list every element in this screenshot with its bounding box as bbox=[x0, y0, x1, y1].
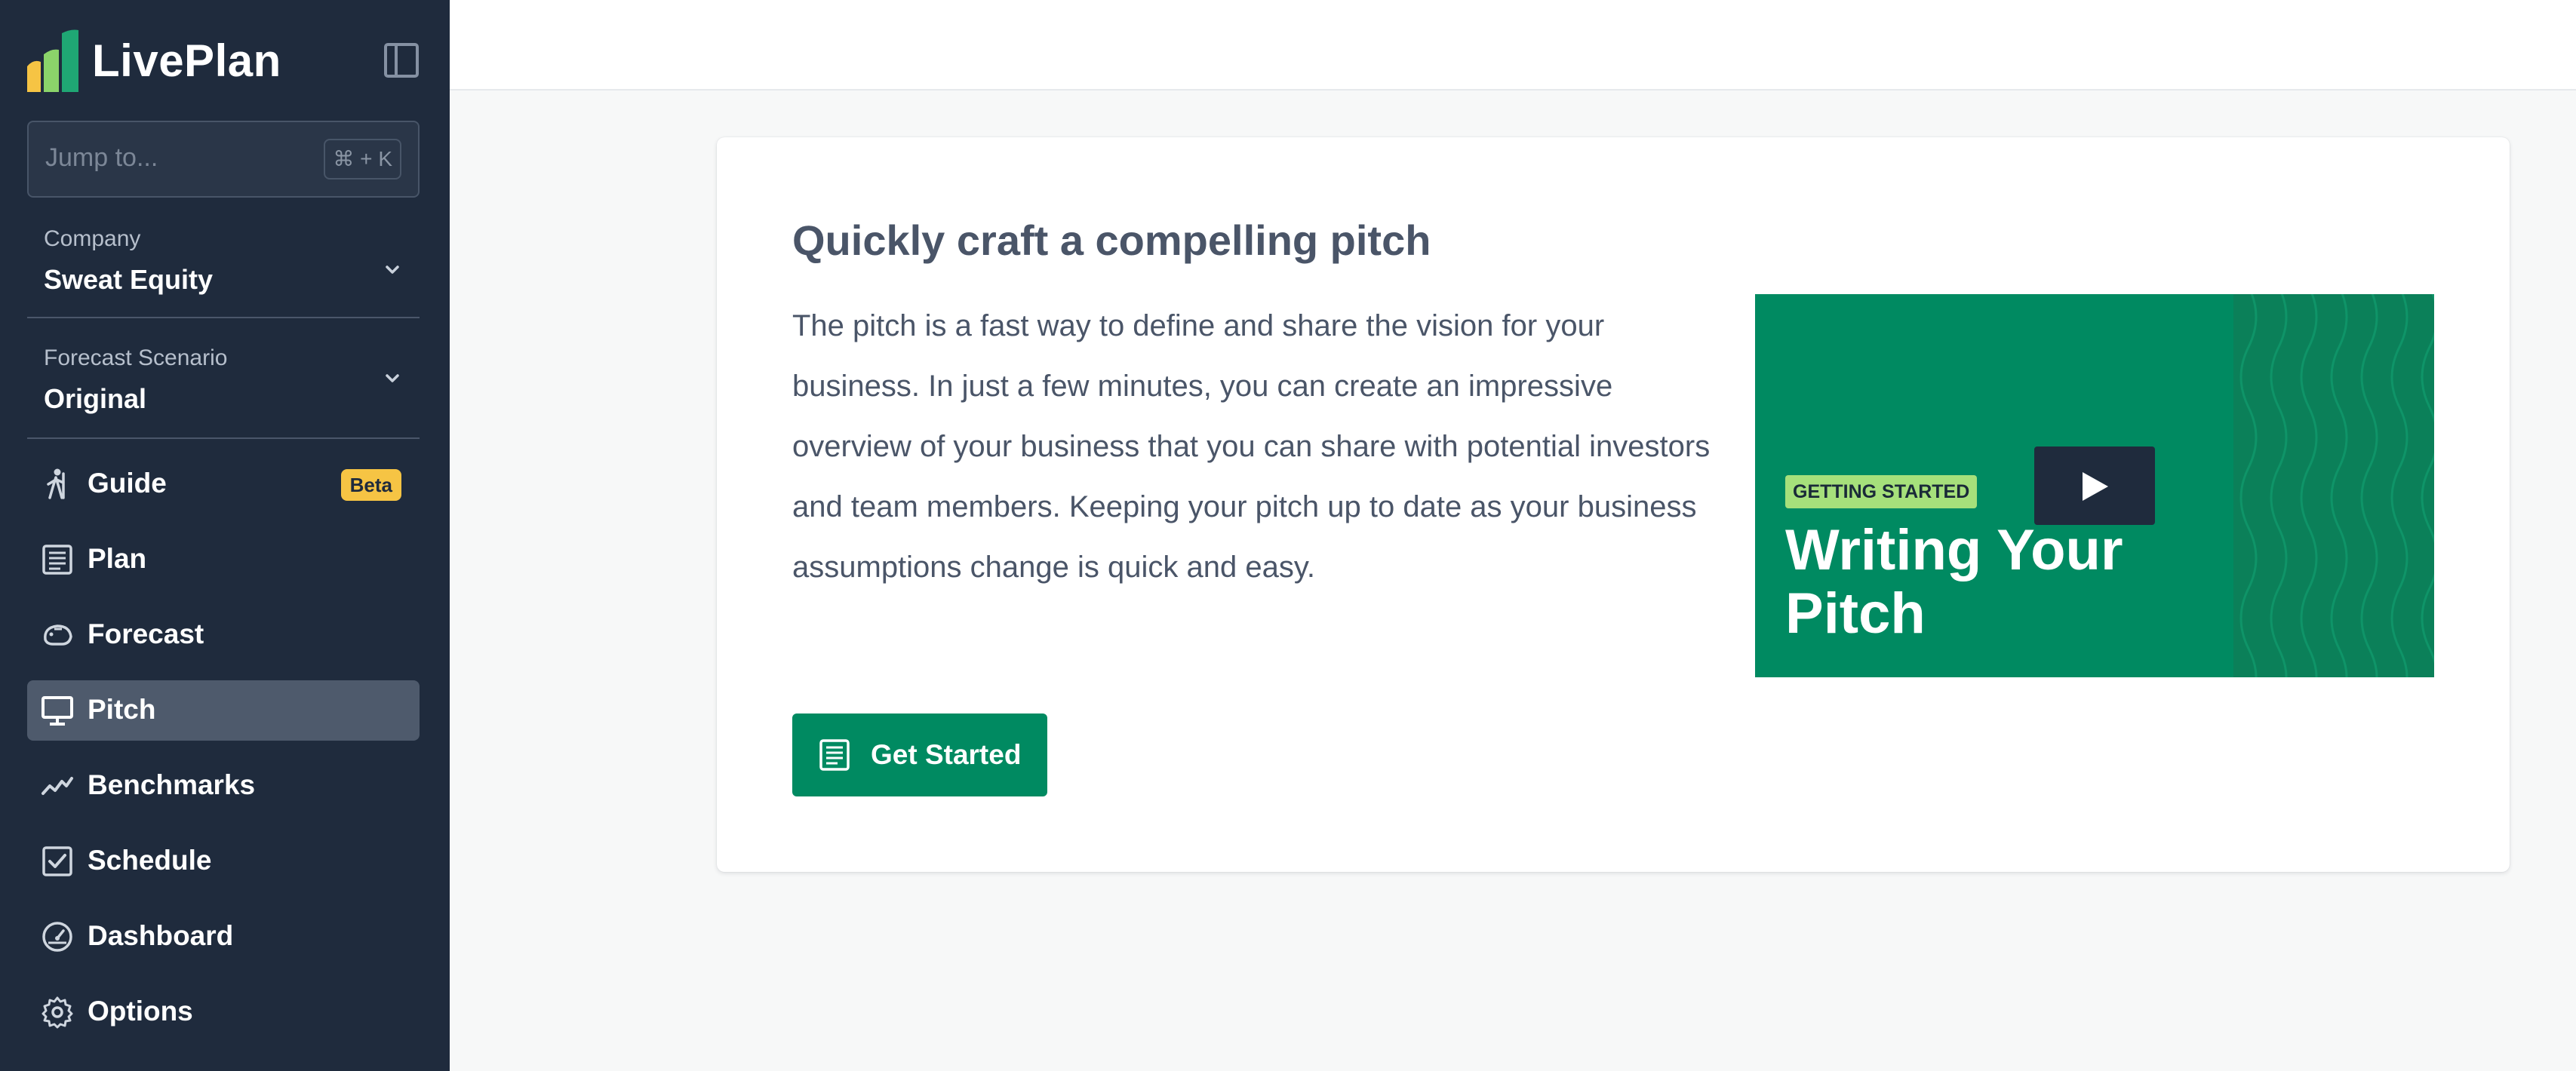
gear-icon bbox=[41, 996, 73, 1029]
gauge-icon bbox=[42, 922, 72, 952]
scenario-label: Forecast Scenario bbox=[44, 345, 228, 370]
sidebar-item-plan[interactable]: Plan bbox=[27, 529, 420, 590]
sidebar-item-label: Dashboard bbox=[88, 920, 234, 951]
sidebar-item-schedule[interactable]: Schedule bbox=[27, 831, 420, 891]
sidebar-item-label: Options bbox=[88, 996, 193, 1027]
jump-to-search[interactable]: Jump to... ⌘ + K bbox=[27, 121, 420, 198]
divider bbox=[27, 317, 420, 318]
liveplan-logo-icon bbox=[27, 29, 78, 92]
piggy-bank-icon bbox=[44, 624, 72, 646]
sidebar-toggle-icon[interactable] bbox=[383, 42, 420, 78]
decorative-pattern bbox=[2233, 294, 2434, 677]
sidebar-item-label: Guide bbox=[88, 468, 167, 499]
monitor-icon bbox=[41, 696, 73, 726]
sidebar-item-options[interactable]: Options bbox=[27, 982, 420, 1042]
checkbox-icon bbox=[42, 846, 72, 876]
forecast-scenario-selector[interactable]: Forecast Scenario Original bbox=[27, 335, 420, 454]
sidebar-item-label: Schedule bbox=[88, 845, 212, 876]
video-thumbnail[interactable]: GETTING STARTED Writing Your Pitch bbox=[1755, 294, 2434, 677]
sidebar-item-benchmarks[interactable]: Benchmarks bbox=[27, 756, 420, 816]
sidebar: LivePlan Jump to... ⌘ + K Company Sweat … bbox=[0, 0, 450, 1071]
video-title: Writing Your Pitch bbox=[1785, 518, 2123, 646]
sidebar-item-label: Pitch bbox=[88, 694, 156, 725]
card-description: The pitch is a fast way to define and sh… bbox=[792, 309, 1711, 584]
divider bbox=[27, 437, 420, 439]
top-bar bbox=[450, 0, 2576, 91]
pitch-intro-card: Quickly craft a compelling pitch The pit… bbox=[717, 137, 2510, 872]
sidebar-item-label: Plan bbox=[88, 543, 147, 574]
chevron-down-icon bbox=[386, 374, 399, 382]
play-icon bbox=[2083, 472, 2108, 501]
sidebar-item-label: Benchmarks bbox=[88, 769, 256, 800]
hiker-icon bbox=[47, 468, 65, 499]
sidebar-item-pitch[interactable]: Pitch bbox=[27, 680, 420, 741]
document-icon bbox=[819, 739, 850, 771]
app-name: LivePlan bbox=[92, 35, 281, 86]
trend-line-icon bbox=[41, 777, 73, 795]
sidebar-item-forecast[interactable]: Forecast bbox=[27, 605, 420, 665]
keyboard-shortcut-hint: ⌘ + K bbox=[324, 139, 401, 180]
company-selector[interactable]: Company Sweat Equity bbox=[27, 214, 420, 333]
scenario-value: Original bbox=[44, 383, 147, 414]
get-started-label: Get Started bbox=[871, 739, 1022, 770]
chevron-down-icon bbox=[386, 265, 399, 274]
get-started-button[interactable]: Get Started bbox=[792, 713, 1047, 796]
sidebar-item-label: Forecast bbox=[88, 618, 204, 649]
video-category-badge: GETTING STARTED bbox=[1785, 475, 1978, 508]
beta-badge: Beta bbox=[340, 469, 401, 501]
play-button[interactable] bbox=[2034, 447, 2155, 525]
company-label: Company bbox=[44, 226, 141, 251]
sidebar-item-guide[interactable]: Guide Beta bbox=[27, 454, 420, 514]
card-title: Quickly craft a compelling pitch bbox=[792, 216, 1431, 264]
document-icon bbox=[42, 545, 72, 575]
jump-placeholder: Jump to... bbox=[45, 143, 158, 172]
company-value: Sweat Equity bbox=[44, 264, 214, 295]
brand[interactable]: LivePlan bbox=[26, 29, 281, 92]
sidebar-item-dashboard[interactable]: Dashboard bbox=[27, 907, 420, 967]
